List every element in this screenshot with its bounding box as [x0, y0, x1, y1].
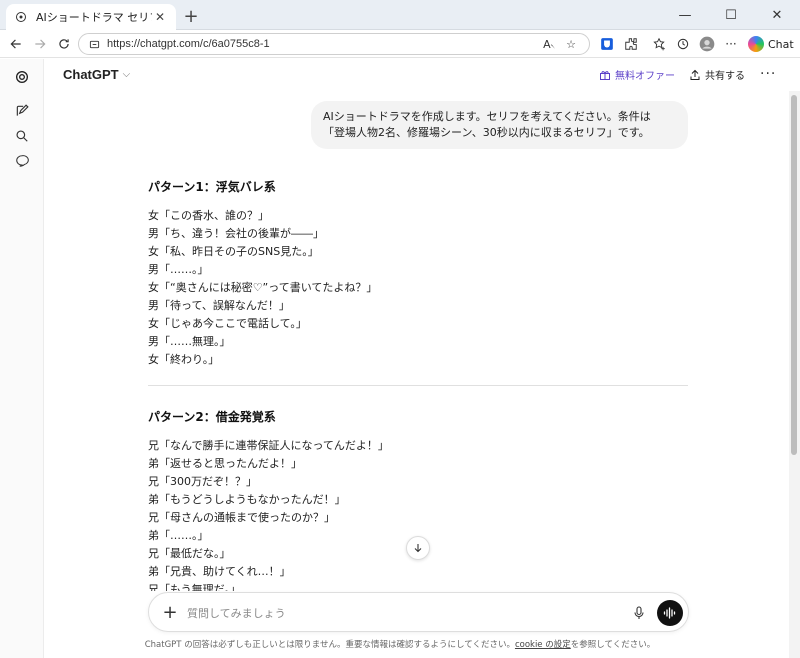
- browser-tab[interactable]: AIショートドラマ セリフ ✕: [6, 4, 176, 30]
- pattern-block: パターン2：借金発覚系 兄「なんで勝手に連帯保証人になってんだよ！」 弟「返せる…: [148, 407, 688, 591]
- model-name: ChatGPT: [63, 67, 119, 82]
- dialogue-line: 兄「もう無理だ。」: [148, 583, 241, 591]
- disclaimer-text-end: を参照してください。: [570, 640, 656, 650]
- profile-avatar[interactable]: [698, 35, 716, 53]
- openai-logo-icon[interactable]: [12, 67, 32, 87]
- dialogue-line: 弟「兄貴、助けてくれ…！」: [148, 565, 291, 578]
- share-icon: [688, 68, 702, 82]
- dialogue-line: 兄「なんで勝手に連帯保証人になってんだよ！」: [148, 439, 389, 452]
- dialogue-line: 弟「もうどうしようもなかったんだ！」: [148, 493, 346, 506]
- attach-plus-icon[interactable]: +: [161, 602, 179, 623]
- arrow-down-icon: [414, 544, 422, 553]
- model-selector[interactable]: ChatGPT ⌵: [63, 67, 130, 82]
- chat-header: ChatGPT ⌵ 無料オファー 共有する ···: [44, 59, 800, 91]
- share-button[interactable]: 共有する: [688, 67, 745, 82]
- conversation-options-icon[interactable]: ···: [760, 66, 776, 82]
- copilot-icon: [748, 36, 764, 52]
- more-menu-icon[interactable]: ···: [722, 35, 740, 53]
- browser-titlebar: AIショートドラマ セリフ ✕ + — ☐ ✕: [0, 0, 800, 30]
- user-message-line: 「登場人物2名、修羅場シーン、30秒以内に収まるセリフ」です。: [323, 126, 650, 139]
- dialogue-line: 男「ち、違う！会社の後輩が――」: [148, 227, 324, 240]
- dialogue-line: 女「じゃあ今ここで電話して。」: [148, 317, 307, 330]
- microphone-icon[interactable]: [631, 604, 647, 622]
- browser-toolbar: https://chatgpt.com/c/6a0755c8-1 A ৲ ☆ ··…: [0, 30, 800, 58]
- sidebar-rail: [0, 59, 44, 658]
- composer-input[interactable]: 質問してみましょう: [187, 605, 286, 621]
- history-icon[interactable]: [674, 35, 692, 53]
- copilot-label: Chat: [768, 37, 794, 51]
- back-button[interactable]: [6, 34, 26, 54]
- dialogue-line: 女「この香水、誰の？」: [148, 209, 269, 222]
- dialogue-line: 男「待って、誤解なんだ！」: [148, 299, 290, 312]
- read-aloud-icon[interactable]: A ৲: [541, 36, 557, 52]
- tab-title: AIショートドラマ セリフ: [36, 11, 152, 24]
- gift-icon: [598, 68, 612, 82]
- chat-history-icon[interactable]: [12, 151, 32, 171]
- page-scrollbar[interactable]: [789, 91, 800, 658]
- free-offer-button[interactable]: 無料オファー: [598, 67, 675, 82]
- dialogue-line: 女「終わり。」: [148, 353, 220, 366]
- scrollbar-thumb[interactable]: [791, 95, 797, 455]
- url-text: https://chatgpt.com/c/6a0755c8-1: [107, 38, 270, 50]
- user-message: AIショートドラマを作成します。セリフを考えてください。条件は 「登場人物2名、…: [311, 101, 688, 149]
- disclaimer: ChatGPT の回答は必ずしも正しいとは限りません。重要な情報は確認するように…: [0, 638, 800, 650]
- chatgpt-favicon-icon: [14, 10, 28, 24]
- bitwarden-extension-icon[interactable]: [598, 35, 616, 53]
- section-divider: [148, 385, 688, 386]
- pattern-block: パターン1：浮気バレ系 女「この香水、誰の？」 男「ち、違う！会社の後輩が――」…: [148, 177, 688, 369]
- pattern-title: パターン2：借金発覚系: [148, 410, 276, 424]
- user-message-line: AIショートドラマを作成します。セリフを考えてください。条件は: [323, 110, 651, 123]
- favorites-icon[interactable]: [650, 35, 668, 53]
- dialogue-line: 弟「返せると思ったんだよ！」: [148, 457, 302, 470]
- site-info-icon[interactable]: [87, 37, 101, 51]
- extensions-icon[interactable]: [622, 35, 640, 53]
- conversation-area: AIショートドラマを作成します。セリフを考えてください。条件は 「登場人物2名、…: [44, 91, 789, 591]
- dialogue-line: 男「……。」: [148, 263, 209, 276]
- minimize-button[interactable]: —: [662, 0, 708, 30]
- dialogue-line: 兄「300万だぞ！？」: [148, 475, 257, 488]
- dialogue-line: 女「私、昨日その子のSNS見た。」: [148, 245, 319, 258]
- maximize-button[interactable]: ☐: [708, 0, 754, 30]
- sound-wave-icon: [663, 607, 676, 619]
- cookie-settings-link[interactable]: cookie の設定: [515, 640, 571, 650]
- dialogue-line: 男「……無理。」: [148, 335, 231, 348]
- dialogue-line: 女「“奥さんには秘密♡”って書いてたよね？」: [148, 281, 378, 294]
- offer-label: 無料オファー: [615, 71, 675, 82]
- close-window-button[interactable]: ✕: [754, 0, 800, 30]
- message-composer[interactable]: + 質問してみましょう: [148, 592, 689, 632]
- dialogue-line: 兄「母さんの通帳まで使ったのか？」: [148, 511, 335, 524]
- disclaimer-text: ChatGPT の回答は必ずしも正しいとは限りません。重要な情報は確認するように…: [144, 640, 515, 650]
- search-icon[interactable]: [12, 126, 32, 146]
- share-label: 共有する: [705, 71, 745, 82]
- close-tab-icon[interactable]: ✕: [152, 9, 168, 25]
- new-tab-button[interactable]: +: [182, 6, 200, 27]
- address-bar[interactable]: https://chatgpt.com/c/6a0755c8-1 A ৲ ☆: [78, 33, 590, 55]
- chevron-down-icon: ⌵: [122, 69, 131, 80]
- scroll-to-bottom-button[interactable]: [406, 536, 430, 560]
- favorite-star-icon[interactable]: ☆: [563, 36, 579, 52]
- new-chat-icon[interactable]: [12, 101, 32, 121]
- pattern-title: パターン1：浮気バレ系: [148, 180, 276, 194]
- reload-button[interactable]: [54, 34, 74, 54]
- voice-mode-button[interactable]: [657, 600, 683, 626]
- forward-button[interactable]: [30, 34, 50, 54]
- copilot-button[interactable]: Chat: [748, 34, 794, 54]
